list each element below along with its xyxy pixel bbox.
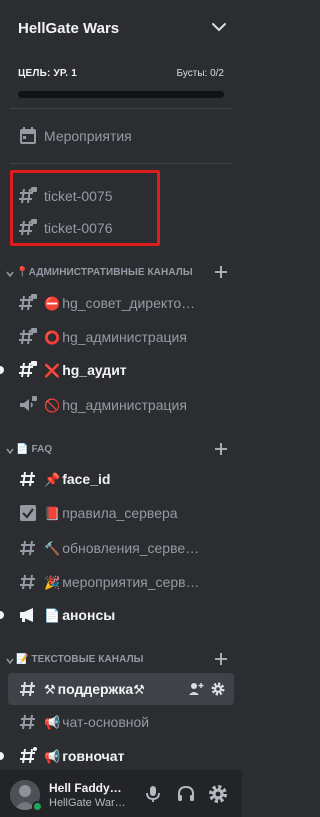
- add-channel-icon[interactable]: [214, 442, 228, 456]
- add-channel-icon[interactable]: [214, 265, 228, 279]
- hashtag-thread-icon: [20, 747, 37, 764]
- category-label: ТЕКСТОВЫЕ КАНАЛЫ: [31, 654, 144, 665]
- events-label: Мероприятия: [44, 128, 132, 144]
- channel-server-updates[interactable]: 🔨 обновления_серве…: [8, 532, 234, 564]
- category-label: FAQ: [31, 444, 53, 455]
- channel-server-events[interactable]: 🎉 мероприятия_серв…: [8, 566, 234, 598]
- chevron-down-icon: [6, 658, 14, 665]
- channel-emoji: 🚫: [44, 399, 61, 414]
- unread-indicator: [0, 611, 4, 619]
- gear-icon[interactable]: [210, 681, 226, 697]
- boost-progress-bar: [18, 91, 224, 98]
- channel-emoji: ❌: [44, 364, 61, 379]
- channel-emoji: ⚒: [44, 683, 56, 698]
- channel-support[interactable]: ⚒ поддержка⚒: [8, 673, 234, 705]
- chevron-down-icon: [6, 271, 14, 278]
- boost-goal-row[interactable]: ЦЕЛЬ: УР. 1 Бусты: 0/2: [18, 68, 224, 82]
- channel-name: поддержка: [57, 681, 134, 697]
- channel-name: говночат: [62, 748, 125, 764]
- hashtag-lock-icon: [19, 328, 37, 345]
- calendar-icon: [20, 127, 36, 144]
- hashtag-icon: [20, 471, 35, 487]
- channel-name: hg_администрация: [62, 397, 187, 413]
- channel-emoji: ⛔: [44, 297, 61, 312]
- add-channel-icon[interactable]: [214, 652, 228, 666]
- headphones-icon[interactable]: [175, 783, 197, 805]
- channel-emoji-suffix: ⚒: [133, 683, 145, 698]
- boost-goal-label: ЦЕЛЬ: УР. 1: [18, 68, 77, 79]
- category-emoji: 📝: [16, 654, 29, 665]
- chevron-down-icon: [6, 448, 14, 455]
- channel-name: чат-основной: [62, 714, 150, 730]
- hashtag-lock-icon: [19, 294, 37, 311]
- add-member-icon[interactable]: [188, 681, 204, 697]
- hashtag-icon: [20, 574, 35, 590]
- channel-emoji: ⭕: [44, 331, 61, 346]
- channel-hg-council[interactable]: ⛔ hg_совет_директо…: [8, 287, 234, 319]
- online-status-icon: [32, 801, 43, 812]
- channel-announcements[interactable]: 📄 анонсы: [8, 599, 234, 631]
- hashtag-icon: [20, 714, 35, 730]
- category-text-channels[interactable]: 📝 ТЕКСТОВЫЕ КАНАЛЫ: [6, 652, 236, 670]
- channel-emoji: 🔨: [44, 542, 61, 557]
- channel-name: анонсы: [62, 607, 116, 623]
- user-panel: Hell Faddy… HellGate War…: [0, 770, 242, 817]
- events-item[interactable]: Мероприятия: [8, 120, 234, 152]
- channel-name: hg_администрация: [62, 329, 187, 345]
- boost-count[interactable]: Бусты: 0/2: [177, 68, 224, 79]
- channel-server-rules[interactable]: 📕 правила_сервера: [8, 497, 234, 529]
- channel-name: обновления_серве…: [62, 540, 200, 556]
- channel-main-chat[interactable]: 📢 чат-основной: [8, 706, 234, 738]
- megaphone-icon: [20, 608, 33, 622]
- channel-emoji: 📌: [44, 473, 61, 488]
- hashtag-lock-icon: [19, 361, 37, 378]
- server-name: HellGate Wars: [18, 20, 120, 37]
- channel-emoji: 📕: [44, 507, 61, 522]
- speaker-lock-icon: [20, 396, 37, 411]
- channel-name: face_id: [62, 471, 111, 487]
- channel-name: правила_сервера: [62, 505, 178, 521]
- divider: [10, 163, 232, 164]
- hashtag-icon: [20, 540, 35, 556]
- unread-indicator: [0, 752, 4, 760]
- category-emoji: 📄: [16, 444, 29, 455]
- user-subtitle: HellGate War…: [49, 797, 126, 809]
- channel-face-id[interactable]: 📌 face_id: [8, 463, 234, 495]
- channel-emoji: 🎉: [44, 576, 61, 591]
- category-admin[interactable]: 📍АДМИНИСТРАТИВНЫЕ КАНАЛЫ: [6, 265, 236, 283]
- channel-hg-administration[interactable]: ⭕ hg_администрация: [8, 321, 234, 353]
- rules-checkbox-icon: [20, 505, 36, 521]
- category-faq[interactable]: 📄 FAQ: [6, 442, 236, 460]
- server-header[interactable]: HellGate Wars: [0, 0, 242, 64]
- channel-hg-audit[interactable]: ❌ hg_аудит: [8, 354, 234, 386]
- channel-name: hg_аудит: [62, 362, 127, 378]
- channel-emoji: 📄: [44, 609, 61, 624]
- channel-name: hg_совет_директо…: [62, 295, 196, 311]
- channel-name: мероприятия_серв…: [62, 574, 200, 590]
- user-name[interactable]: Hell Faddy…: [49, 781, 133, 795]
- category-label: АДМИНИСТРАТИВНЫЕ КАНАЛЫ: [28, 267, 193, 278]
- unread-indicator: [0, 366, 4, 374]
- microphone-icon[interactable]: [142, 783, 164, 805]
- channel-emoji: 📢: [44, 716, 61, 731]
- divider: [10, 108, 232, 109]
- channel-emoji: 📢: [44, 750, 61, 765]
- hashtag-icon: [20, 681, 35, 697]
- settings-gear-icon[interactable]: [207, 783, 229, 805]
- chevron-down-icon[interactable]: [212, 22, 226, 32]
- highlight-box: [10, 170, 160, 246]
- channel-hg-administration-voice[interactable]: 🚫 hg_администрация: [8, 389, 234, 421]
- category-emoji: 📍: [16, 267, 29, 278]
- channel-offtopic[interactable]: 📢 говночат: [8, 740, 234, 772]
